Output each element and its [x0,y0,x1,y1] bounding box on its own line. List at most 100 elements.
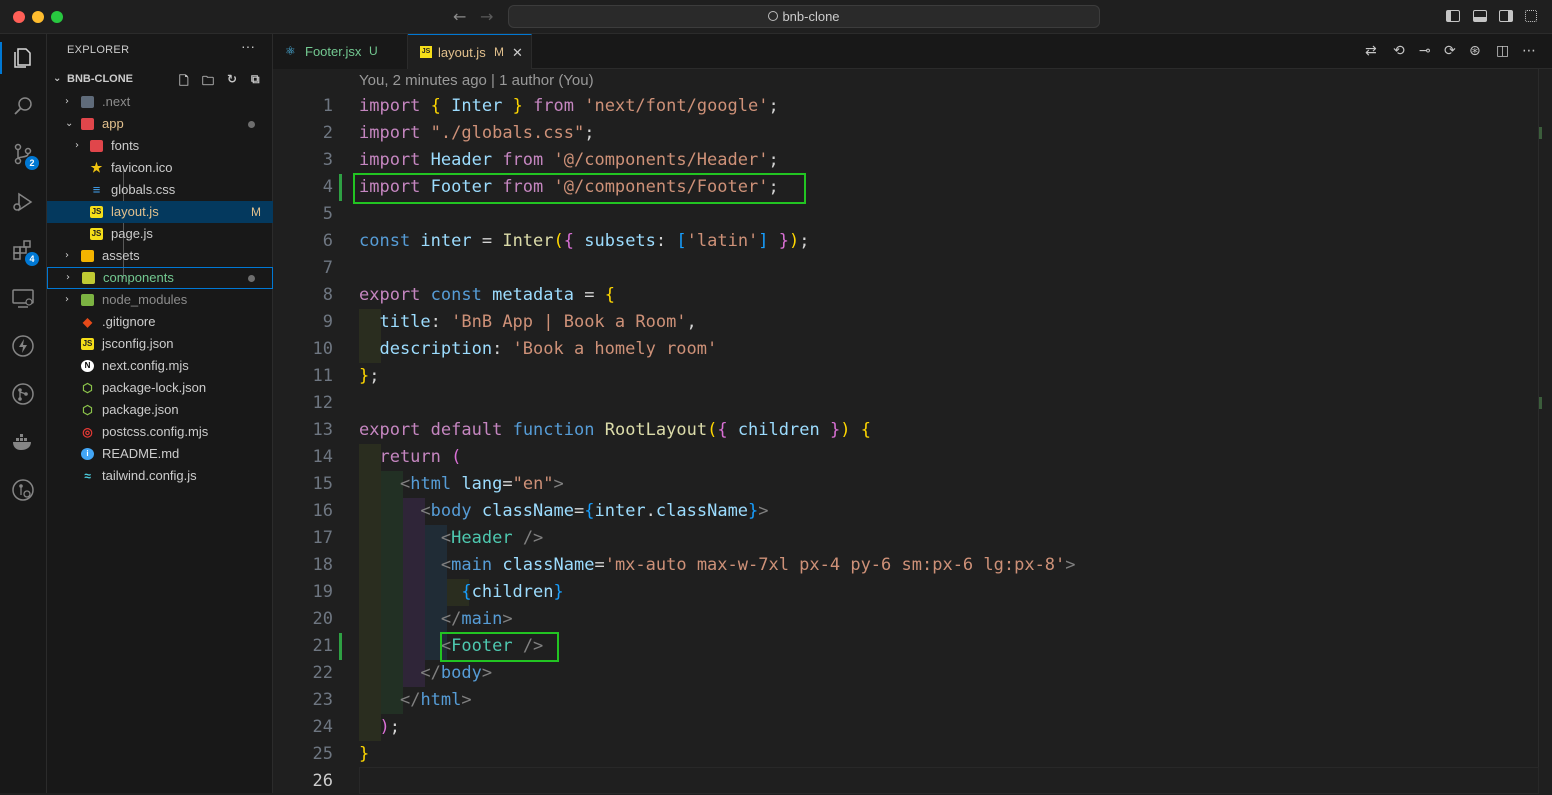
postcss-icon: ◎ [82,425,93,439]
folder-icon [82,272,95,284]
code-line: 16 <body className={inter.className}> [273,498,1533,525]
refresh-icon[interactable]: ↻ [227,72,241,86]
window-close-button[interactable] [13,11,25,23]
tree-item-components[interactable]: › components [47,267,273,289]
remote-explorer-activity[interactable] [0,278,47,318]
forward-arrow-icon[interactable]: → [480,7,493,26]
collapse-all-icon[interactable]: ⧉ [251,72,265,86]
git-icon: ◆ [82,315,93,329]
previous-change-icon[interactable]: ⟲ [1393,43,1405,59]
line-number: 25 [312,744,333,764]
line-number: 3 [322,150,333,170]
tree-item-assets[interactable]: › assets [47,245,273,267]
line-number: 16 [312,501,333,521]
open-changes-icon[interactable]: ⇄ [1365,43,1377,59]
search-activity[interactable] [0,86,47,126]
tree-item-postcss-config[interactable]: ◎ postcss.config.mjs [47,421,273,443]
tree-item-next-config[interactable]: N next.config.mjs [47,355,273,377]
tree-item-globals-css[interactable]: ≡ globals.css [47,179,273,201]
git-compare-icon[interactable]: ⊛ [1469,43,1481,59]
code-line: 11 }; [273,363,1533,390]
project-name: BNB-CLONE [67,73,133,85]
css-file-icon: ≡ [92,182,101,197]
tree-item-package-lock[interactable]: ⬡ package-lock.json [47,377,273,399]
tree-item-node-modules[interactable]: › node_modules [47,289,273,311]
tree-item-app[interactable]: ⌄ app [47,113,273,135]
git-blame-annotation: You, 2 minutes ago | 1 author (You) [359,72,594,89]
window-maximize-button[interactable] [51,11,63,23]
scrollbar-change-marker [1539,127,1542,139]
modified-dot [248,121,255,128]
toggle-panel-icon[interactable] [1473,10,1487,22]
line-number: 20 [312,609,333,629]
source-control-activity[interactable]: 2 [0,134,47,174]
code-line: 1 import { Inter } from 'next/font/googl… [273,93,1533,120]
folder-icon [81,250,94,262]
toggle-primary-sidebar-icon[interactable] [1446,10,1460,22]
line-number: 8 [322,285,333,305]
line-number: 21 [312,636,333,656]
tree-item-layout-js[interactable]: JS layout.js M [47,201,273,223]
tree-item-label: package-lock.json [102,380,207,395]
code-line: 17 <Header /> [273,525,1533,552]
code-line: 15 <html lang="en"> [273,471,1533,498]
docker-activity[interactable] [0,422,47,462]
code-line: 8 export const metadata = { [273,282,1533,309]
more-actions-icon[interactable]: ⋯ [1522,43,1536,59]
line-number: 7 [322,258,333,278]
command-center-search[interactable]: bnb-clone [508,5,1100,28]
tree-item-page-js[interactable]: JS page.js [47,223,273,245]
thunder-client-activity[interactable] [0,326,47,366]
tree-item-next[interactable]: › .next [47,91,273,113]
code-editor[interactable]: You, 2 minutes ago | 1 author (You) 1 im… [273,69,1552,794]
line-number: 19 [312,582,333,602]
explorer-more-actions[interactable]: ··· [241,38,255,54]
js-file-icon: JS [90,228,103,240]
tree-item-fonts[interactable]: › fonts [47,135,273,157]
back-arrow-icon[interactable]: ← [453,7,466,26]
tree-item-gitignore[interactable]: ◆ .gitignore [47,311,273,333]
git-status-badge: M [251,205,261,219]
chevron-down-icon: ⌄ [65,118,74,129]
window-minimize-button[interactable] [32,11,44,23]
new-file-icon[interactable]: 🗋 [179,72,193,88]
tree-item-label: page.js [111,226,153,241]
tree-item-readme[interactable]: i README.md [47,443,273,465]
run-debug-activity[interactable] [0,182,47,222]
js-config-icon: JS [81,338,94,350]
project-header[interactable]: ⌄ BNB-CLONE 🗋 🗀 ↻ ⧉ [47,69,273,91]
active-indicator [0,42,2,74]
tree-item-package-json[interactable]: ⬡ package.json [47,399,273,421]
customize-layout-icon[interactable] [1525,10,1537,22]
new-folder-icon[interactable]: 🗀 [202,72,216,88]
code-line: 18 <main className='mx-auto max-w-7xl px… [273,552,1533,579]
gitlens-inspect-activity[interactable] [0,470,47,510]
tree-item-jsconfig[interactable]: JS jsconfig.json [47,333,273,355]
nextjs-icon: N [81,360,94,372]
commit-icon[interactable]: ⊸ [1419,43,1431,59]
gitlens-activity[interactable] [0,374,47,414]
scrollbar-track[interactable] [1538,69,1539,793]
code-line: 6 const inter = Inter({ subsets: ['latin… [273,228,1533,255]
line-number: 17 [312,528,333,548]
code-line: 5 [273,201,1533,228]
tree-item-label: next.config.mjs [102,358,189,373]
js-file-icon: JS [420,46,432,58]
import-footer-highlight-box [353,173,806,204]
line-number: 6 [322,231,333,251]
line-number: 1 [322,96,333,116]
tab-layout-js[interactable]: JS layout.js M ✕ [408,34,532,69]
explorer-activity[interactable] [0,38,47,78]
tree-item-tailwind-config[interactable]: ≈ tailwind.config.js [47,465,273,487]
js-file-icon: JS [90,206,103,218]
next-change-icon[interactable]: ⟳ [1444,43,1456,59]
tree-item-label: app [102,116,124,131]
tree-item-label: README.md [102,446,180,461]
tab-footer-jsx[interactable]: ⚛ Footer.jsx U [273,34,408,69]
close-icon[interactable]: ✕ [512,35,523,70]
split-editor-icon[interactable]: ◫ [1496,43,1509,59]
tree-item-favicon[interactable]: ★ favicon.ico [47,157,273,179]
toggle-secondary-sidebar-icon[interactable] [1499,10,1513,22]
code-line: 25 } [273,741,1533,768]
extensions-activity[interactable]: 4 [0,230,47,270]
